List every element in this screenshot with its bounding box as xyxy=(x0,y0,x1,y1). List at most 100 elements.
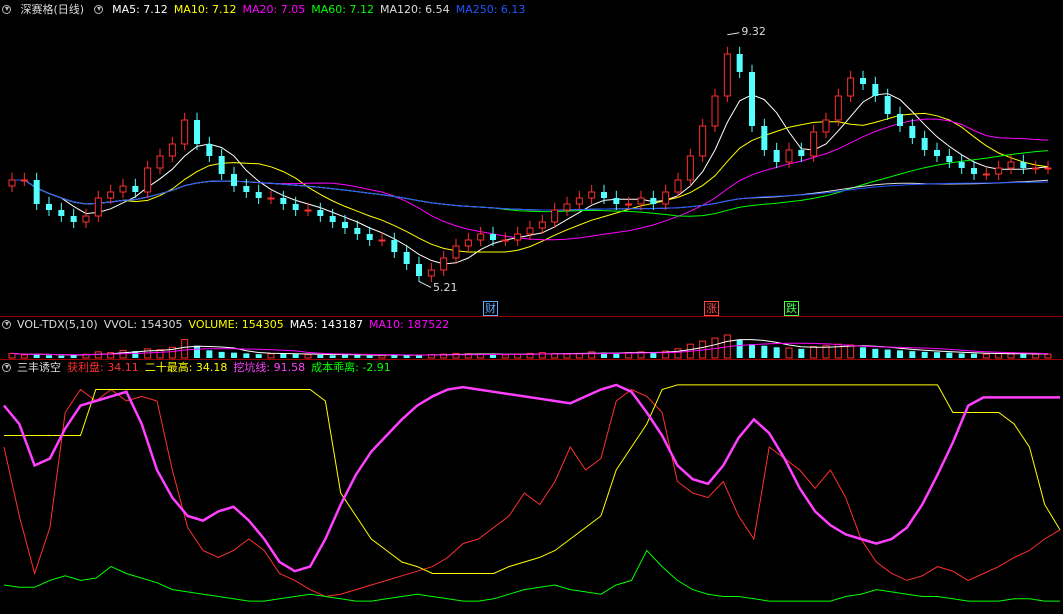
volume-settings-icon[interactable] xyxy=(2,320,11,329)
volume-legend-item: MA10: 187522 xyxy=(369,318,450,331)
candle-body xyxy=(391,240,398,252)
candle-body xyxy=(514,233,522,241)
candle-body xyxy=(785,149,793,163)
indicator-line-3 xyxy=(3,549,1060,602)
volume-bar xyxy=(292,354,299,358)
indicator-legend-item: 二十最高: 34.18 xyxy=(144,361,228,374)
candle-body xyxy=(8,179,16,187)
volume-bar xyxy=(1044,353,1052,359)
candle-body xyxy=(699,125,707,157)
volume-bar xyxy=(255,354,262,358)
volume-bar xyxy=(206,350,213,358)
candle-body xyxy=(46,204,52,210)
indicator-legend-item: 挖坑线: 91.58 xyxy=(233,361,306,374)
candle-body xyxy=(181,119,189,145)
high-price-label: 9.32 xyxy=(741,24,766,38)
candle-body xyxy=(218,156,225,174)
low-price-label: 5.21 xyxy=(433,281,458,295)
volume-legend-item: VOLUME: 154305 xyxy=(188,318,284,331)
volume-bar xyxy=(810,346,818,359)
price-pane[interactable]: 深赛格(日线) MA5: 7.12 MA10: 7.12 MA20: 7.05 MA6… xyxy=(0,0,1063,316)
indicator-chart xyxy=(3,383,1061,602)
candle-body xyxy=(452,245,460,259)
candle-body xyxy=(231,174,237,186)
volume-bar xyxy=(761,345,768,358)
volume-bar xyxy=(194,345,200,358)
volume-bar xyxy=(46,355,52,358)
volume-bar xyxy=(921,351,928,358)
volume-bar xyxy=(847,344,855,359)
volume-bar xyxy=(982,353,990,359)
stock-title: 深赛格(日线) xyxy=(20,3,85,16)
volume-bar xyxy=(231,352,237,358)
candle-body xyxy=(280,198,287,204)
volume-legend-item: VVOL: 154305 xyxy=(103,318,183,331)
volume-bar xyxy=(366,355,373,358)
volume-bar xyxy=(218,351,225,358)
volume-bar xyxy=(798,348,805,358)
candle-body xyxy=(292,204,299,210)
volume-bar xyxy=(8,352,16,359)
candle-body xyxy=(798,150,805,156)
event-marker-zhang[interactable]: 涨 xyxy=(704,301,719,316)
candle-body xyxy=(686,155,694,181)
candle-body xyxy=(711,95,719,127)
volume-bar xyxy=(860,347,866,358)
volume-bar xyxy=(416,355,422,358)
candle-body xyxy=(921,138,928,150)
volume-bar xyxy=(674,348,682,359)
volume-bar xyxy=(20,354,28,359)
settings-icon[interactable] xyxy=(2,5,11,14)
candle-body xyxy=(958,162,965,168)
volume-bar xyxy=(1032,353,1040,359)
volume-bar xyxy=(971,353,977,358)
volume-bar xyxy=(785,347,793,359)
volume-bar xyxy=(1020,354,1027,358)
candle-body xyxy=(860,78,866,84)
ma-legend: MA5: 7.12 MA10: 7.12 MA20: 7.05 MA60: 7.12 M… xyxy=(112,3,531,16)
candle-body xyxy=(563,203,571,211)
candle-body xyxy=(194,120,200,144)
event-marker-cai[interactable]: 财 xyxy=(483,301,498,316)
candle-body xyxy=(119,185,127,193)
volume-bar xyxy=(995,352,1003,359)
candle-body xyxy=(773,150,780,162)
candle-body xyxy=(70,216,77,222)
candle-body xyxy=(662,191,670,205)
candle-body xyxy=(995,167,1003,175)
candle-body xyxy=(674,179,682,193)
volume-bar xyxy=(378,354,386,359)
candle-body xyxy=(440,257,448,271)
event-marker-die[interactable]: 跌 xyxy=(784,301,799,316)
indicator-settings-icon[interactable] xyxy=(2,363,11,372)
candle-body xyxy=(650,198,657,204)
indicator-legend-item: 成本乖离: -2.91 xyxy=(311,361,391,374)
volume-pane[interactable]: VOL-TDX(5,10) VVOL: 154305 VOLUME: 154305 M… xyxy=(0,317,1063,359)
candle-body xyxy=(304,209,312,212)
candle-body xyxy=(761,126,768,150)
candle-body xyxy=(872,84,879,96)
volume-bar xyxy=(329,355,336,358)
volume-bar xyxy=(538,352,546,359)
candle-body xyxy=(588,191,596,199)
volume-bar xyxy=(58,355,65,358)
volume-bar xyxy=(909,351,916,358)
candle-body xyxy=(501,239,509,242)
volume-bar xyxy=(33,354,40,358)
candle-body xyxy=(1044,167,1052,170)
volume-bar xyxy=(501,354,509,359)
candle-body xyxy=(971,168,977,174)
volume-bar xyxy=(736,339,743,358)
candle-body xyxy=(416,264,422,276)
candle-body xyxy=(822,119,830,133)
indicator-legend-item: 获利盘: 34.11 xyxy=(67,361,139,374)
candle-body xyxy=(625,203,633,206)
volume-bar xyxy=(1007,353,1015,359)
ma-settings-icon[interactable] xyxy=(93,5,103,14)
candle-body xyxy=(378,239,386,242)
indicator-line-2 xyxy=(3,383,1060,573)
candle-body xyxy=(477,233,485,241)
candle-body xyxy=(834,95,842,121)
candle-body xyxy=(144,167,152,193)
indicator-pane[interactable]: 三丰诱空 获利盘: 34.11 二十最高: 34.18 挖坑线: 91.58 成本乖离:… xyxy=(0,360,1063,614)
